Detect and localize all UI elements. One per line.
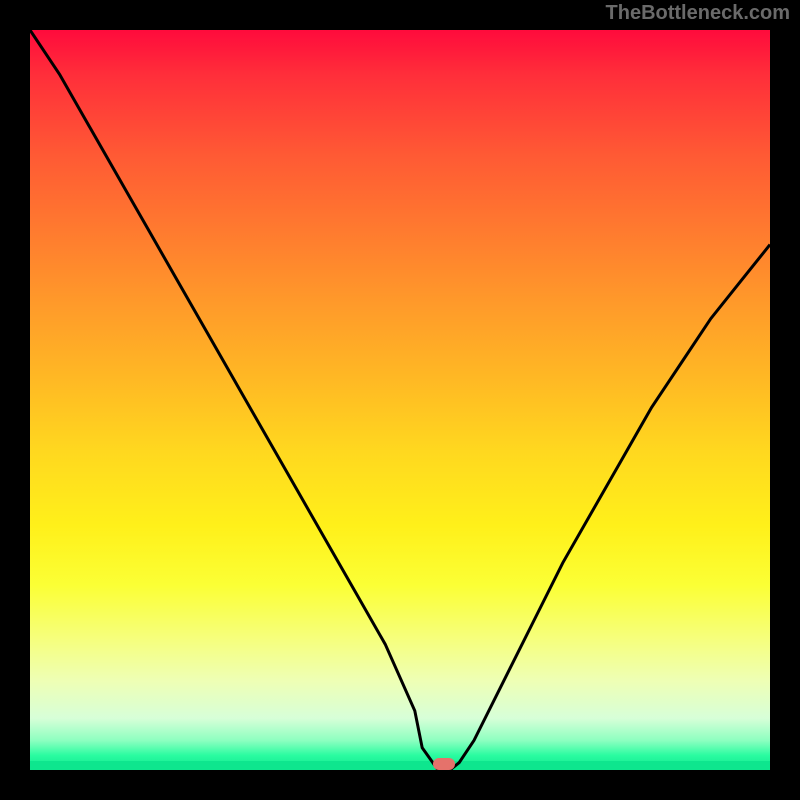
- watermark-text: TheBottleneck.com: [606, 2, 790, 25]
- plot-area: [30, 30, 770, 770]
- bottleneck-curve: [30, 30, 770, 770]
- optimal-point-marker: [433, 758, 455, 770]
